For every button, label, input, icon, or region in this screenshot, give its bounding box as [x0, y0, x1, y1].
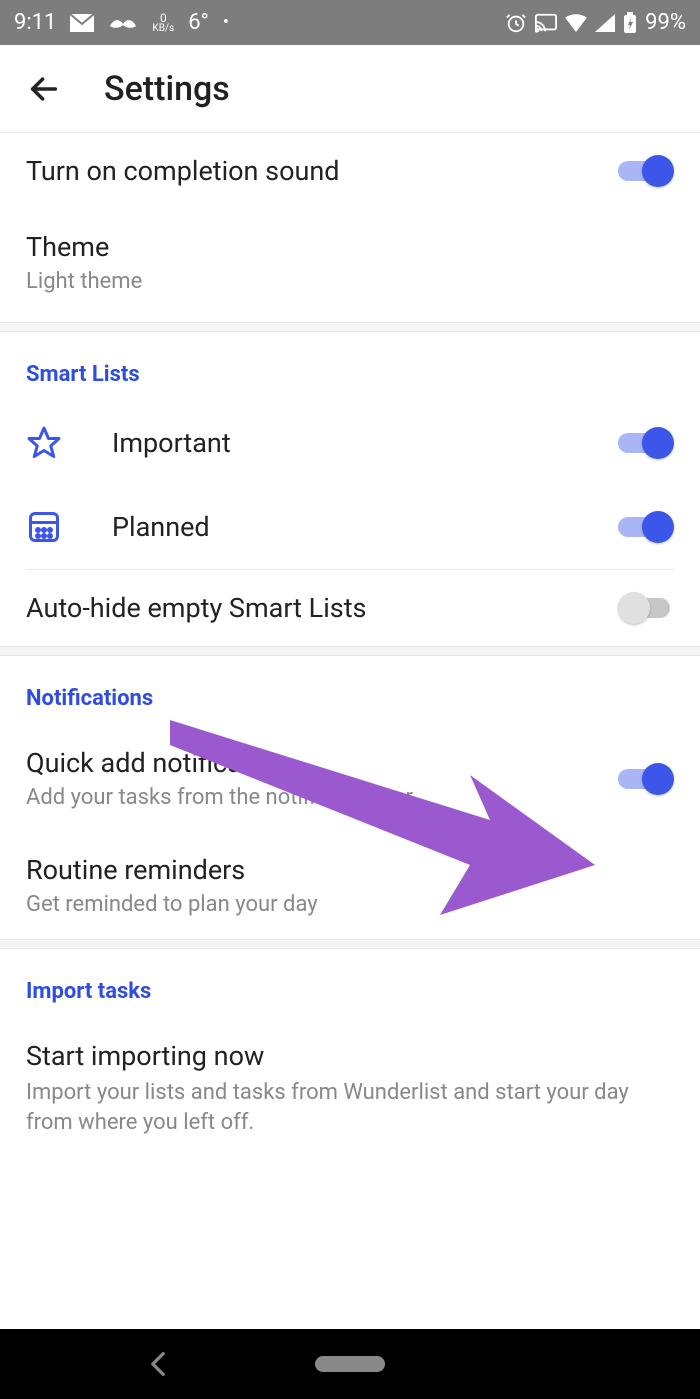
nav-back-button[interactable]	[148, 1351, 168, 1377]
completion-sound-label: Turn on completion sound	[26, 155, 618, 187]
auto-hide-toggle[interactable]	[618, 592, 674, 624]
auto-hide-label: Auto-hide empty Smart Lists	[26, 592, 618, 624]
back-button[interactable]	[24, 69, 64, 109]
important-label: Important	[112, 427, 618, 459]
theme-value: Light theme	[26, 269, 674, 294]
routine-subtitle: Get reminded to plan your day	[26, 892, 674, 917]
planned-label: Planned	[112, 511, 618, 543]
section-import: Import tasks	[0, 949, 700, 1018]
mustache-icon	[108, 16, 138, 30]
planned-toggle[interactable]	[618, 511, 674, 543]
settings-content: Turn on completion sound Theme Light the…	[0, 133, 700, 1329]
cast-icon	[535, 13, 557, 33]
section-smart-lists: Smart Lists	[0, 332, 700, 401]
data-rate: 0 KB/s	[152, 12, 174, 34]
row-start-import[interactable]: Start importing now Import your lists an…	[0, 1018, 700, 1167]
row-important[interactable]: Important	[0, 401, 700, 485]
status-right: 99%	[505, 10, 686, 35]
phone-frame: 9:11 0 KB/s 6° •	[0, 0, 700, 1399]
star-icon	[26, 425, 62, 461]
cell-icon	[595, 14, 615, 32]
battery-pct: 99%	[645, 10, 686, 35]
status-bar: 9:11 0 KB/s 6° •	[0, 0, 700, 45]
section-divider	[0, 322, 700, 332]
page-title: Settings	[104, 69, 230, 109]
status-left: 9:11 0 KB/s 6° •	[14, 10, 229, 35]
dot-icon: •	[223, 12, 229, 33]
section-divider	[0, 939, 700, 949]
row-auto-hide[interactable]: Auto-hide empty Smart Lists	[0, 570, 700, 646]
nav-home-pill[interactable]	[315, 1356, 385, 1372]
row-quick-add[interactable]: Quick add notification Add your tasks fr…	[0, 725, 700, 832]
wifi-icon	[565, 14, 587, 32]
quick-add-label: Quick add notification	[26, 747, 618, 779]
battery-icon	[623, 12, 637, 34]
row-routine-reminders[interactable]: Routine reminders Get reminded to plan y…	[0, 832, 700, 939]
theme-label: Theme	[26, 231, 674, 263]
import-subtitle: Import your lists and tasks from Wunderl…	[26, 1078, 674, 1137]
row-planned[interactable]: Planned	[0, 485, 700, 569]
import-label: Start importing now	[26, 1040, 674, 1072]
row-completion-sound[interactable]: Turn on completion sound	[0, 133, 700, 209]
mail-icon	[70, 14, 94, 32]
routine-label: Routine reminders	[26, 854, 674, 886]
status-temp: 6°	[188, 10, 209, 35]
important-toggle[interactable]	[618, 427, 674, 459]
status-time: 9:11	[14, 10, 56, 35]
section-divider	[0, 646, 700, 656]
app-bar: Settings	[0, 45, 700, 133]
nav-bar	[0, 1329, 700, 1399]
calendar-icon	[26, 509, 62, 545]
row-theme[interactable]: Theme Light theme	[0, 209, 700, 322]
section-notifications: Notifications	[0, 656, 700, 725]
completion-sound-toggle[interactable]	[618, 155, 674, 187]
quick-add-subtitle: Add your tasks from the notification bar	[26, 785, 618, 810]
quick-add-toggle[interactable]	[618, 763, 674, 795]
alarm-icon	[505, 12, 527, 34]
